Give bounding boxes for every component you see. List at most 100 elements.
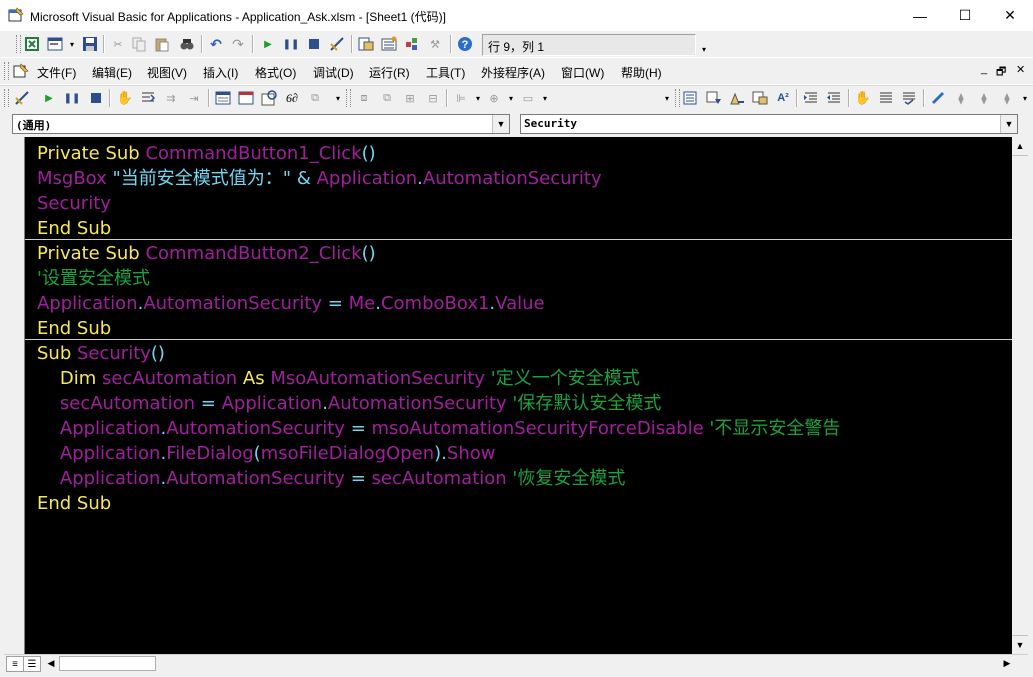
code-line[interactable]: Application.FileDialog(msoFileDialogOpen… (37, 441, 496, 466)
code-line[interactable]: Sub Security() (37, 341, 165, 366)
undo-icon[interactable]: ↶ (208, 36, 224, 52)
quick-info-icon[interactable] (729, 90, 745, 106)
mdi-minimize-button[interactable]: _ (981, 63, 987, 75)
next-bookmark-icon[interactable]: ⧫ (953, 90, 969, 106)
find-icon[interactable] (179, 36, 195, 52)
insert-dropdown-icon[interactable]: ▾ (64, 36, 80, 52)
code-line[interactable]: Private Sub CommandButton2_Click() (37, 241, 376, 266)
code-line[interactable]: Security (37, 191, 111, 216)
code-line[interactable]: MsgBox "当前安全模式值为：" & Application.Automat… (37, 166, 602, 191)
full-module-view-icon[interactable]: ☰ (23, 656, 41, 672)
mdi-close-button[interactable]: ✕ (1016, 63, 1025, 76)
ungroup-icon[interactable]: ⊟ (425, 90, 441, 106)
close-button[interactable]: ✕ (987, 0, 1033, 31)
run-icon[interactable]: ▶ (260, 36, 276, 52)
design-mode-icon[interactable] (329, 36, 345, 52)
design-icon[interactable] (14, 90, 30, 106)
parameter-info-icon[interactable] (752, 90, 768, 106)
toolbar-options-icon[interactable]: ▾ (659, 90, 675, 106)
toolbar-grip[interactable] (675, 89, 680, 107)
menu-view[interactable]: 视图(V) (147, 64, 187, 81)
view-excel-icon[interactable] (24, 36, 40, 52)
comment-block-icon[interactable] (878, 90, 894, 106)
menu-run[interactable]: 运行(R) (369, 64, 410, 81)
toolbox-icon[interactable]: ⚒ (427, 36, 443, 52)
list-properties-icon[interactable] (683, 90, 699, 106)
scroll-up-icon[interactable]: ▲ (1012, 137, 1028, 156)
code-line[interactable]: Application.AutomationSecurity = secAuto… (37, 466, 625, 491)
immediate-icon[interactable] (238, 90, 254, 106)
list-constants-icon[interactable] (706, 90, 722, 106)
toggle-breakpoint-icon[interactable]: ✋ (855, 90, 871, 106)
procedure-combo[interactable]: Security ▼ (520, 114, 1018, 134)
menu-help[interactable]: 帮助(H) (621, 64, 662, 81)
uncomment-block-icon[interactable] (901, 90, 917, 106)
maximize-button[interactable]: ☐ (942, 0, 988, 31)
toolbar-grip[interactable] (346, 89, 351, 107)
reset-icon[interactable] (88, 90, 104, 106)
menu-debug[interactable]: 调试(D) (313, 64, 354, 81)
minimize-button[interactable]: — (897, 0, 943, 31)
code-line[interactable]: '设置安全模式 (37, 266, 150, 291)
procedure-view-icon[interactable]: ≡ (6, 656, 24, 672)
save-icon[interactable] (82, 36, 98, 52)
bring-to-front-icon[interactable]: ⧈ (356, 90, 372, 106)
vertical-scrollbar[interactable]: ▲ ▼ (1012, 137, 1028, 654)
object-combo[interactable]: (通用) ▼ (12, 114, 510, 134)
scroll-down-icon[interactable]: ▼ (1012, 635, 1028, 654)
scroll-right-icon[interactable]: ▶ (1000, 656, 1014, 670)
toggle-breakpoint-hand-icon[interactable]: ✋ (117, 90, 133, 106)
step-over-icon[interactable]: ⇉ (163, 90, 179, 106)
help-icon[interactable]: ? (457, 36, 473, 52)
code-line[interactable]: secAutomation = Application.AutomationSe… (37, 391, 661, 416)
properties-icon[interactable] (381, 36, 397, 52)
menu-format[interactable]: 格式(O) (255, 64, 296, 81)
watch-icon[interactable] (261, 90, 277, 106)
project-explorer-icon[interactable] (358, 36, 374, 52)
quick-watch-icon[interactable]: 6∂ (284, 90, 300, 106)
scroll-left-icon[interactable]: ◀ (44, 656, 58, 670)
margin-indicator-bar[interactable] (4, 137, 25, 654)
step-out-icon[interactable]: ⇥ (186, 90, 202, 106)
break-icon[interactable]: ❚❚ (64, 90, 81, 106)
menu-window[interactable]: 窗口(W) (561, 64, 604, 81)
toolbar-options-icon[interactable]: ▾ (330, 90, 346, 106)
run-icon[interactable]: ▶ (41, 90, 57, 106)
menu-file[interactable]: 文件(F) (37, 64, 76, 81)
step-into-icon[interactable] (140, 90, 156, 106)
menu-insert[interactable]: 插入(I) (203, 64, 238, 81)
toolbar-grip[interactable] (4, 89, 9, 107)
outdent-icon[interactable] (826, 90, 842, 106)
size-dropdown-icon[interactable]: ▾ (537, 90, 553, 106)
code-editor[interactable]: Private Sub CommandButton1_Click() MsgBo… (25, 137, 1012, 654)
cut-icon[interactable]: ✂ (110, 36, 126, 52)
prev-bookmark-icon[interactable]: ⧫ (976, 90, 992, 106)
chevron-down-icon[interactable]: ▼ (492, 115, 509, 133)
code-line[interactable]: Private Sub CommandButton1_Click() (37, 141, 376, 166)
make-same-size-icon[interactable]: ▭ (520, 90, 536, 106)
toggle-bookmark-icon[interactable] (930, 90, 946, 106)
horizontal-scroll-thumb[interactable] (59, 656, 156, 671)
indent-icon[interactable] (803, 90, 819, 106)
object-browser-icon[interactable] (404, 36, 420, 52)
call-stack-icon[interactable]: ⧉ (307, 90, 323, 106)
menu-edit[interactable]: 编辑(E) (92, 64, 132, 81)
center-dropdown-icon[interactable]: ▾ (503, 90, 519, 106)
code-line[interactable]: End Sub (37, 491, 111, 516)
mdi-restore-button[interactable]: 🗗 (996, 63, 1006, 82)
menu-addins[interactable]: 外接程序(A) (481, 64, 545, 81)
toolbar-options-icon[interactable]: ▾ (696, 41, 712, 57)
align-dropdown-icon[interactable]: ▾ (470, 90, 486, 106)
group-icon[interactable]: ⊞ (402, 90, 418, 106)
redo-icon[interactable]: ↷ (230, 36, 246, 52)
menubar-grip[interactable] (4, 62, 9, 80)
clear-bookmarks-icon[interactable]: ⧫ (999, 90, 1015, 106)
paste-icon[interactable] (154, 36, 170, 52)
code-line[interactable]: Dim secAutomation As MsoAutomationSecuri… (37, 366, 640, 391)
code-line[interactable]: End Sub (37, 216, 111, 241)
vba-system-menu-icon[interactable] (13, 63, 29, 79)
scroll-thumb[interactable] (1013, 157, 1027, 617)
reset-icon[interactable] (306, 36, 322, 52)
locals-icon[interactable] (215, 90, 231, 106)
chevron-down-icon[interactable]: ▼ (1000, 115, 1017, 133)
